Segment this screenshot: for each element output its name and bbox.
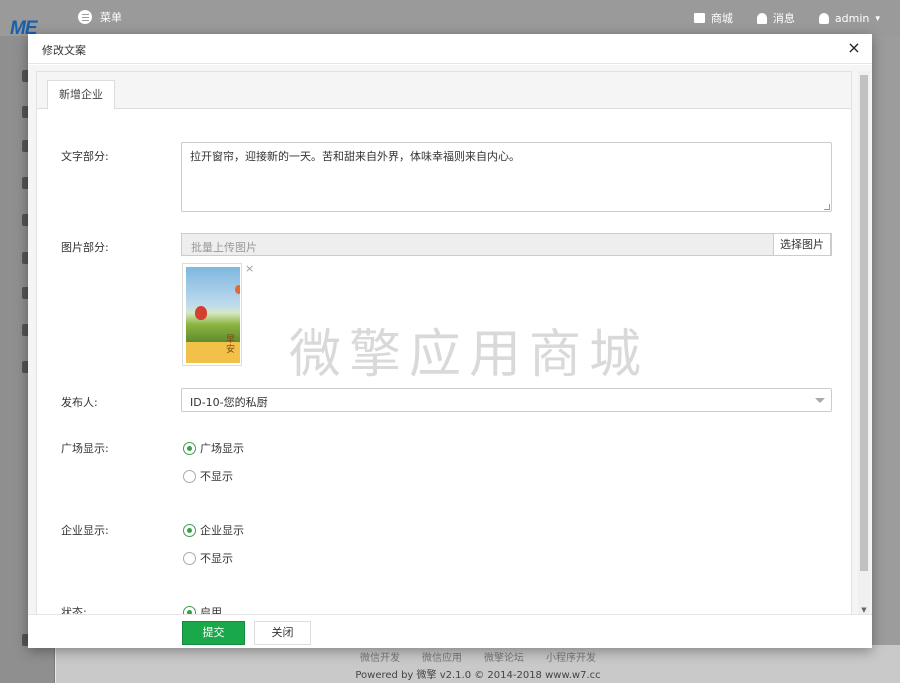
bell-icon [756, 12, 767, 24]
image-upload-field[interactable]: 批量上传图片 选择图片 [181, 233, 832, 256]
app-topbar: ME 菜单 商城 消息 admin ▾ [0, 0, 900, 39]
form-panel: 新增企业 文字部分: 拉开窗帘，迎接新的一天。苦和甜来自外界，体味幸福则来自内心… [36, 71, 852, 614]
menu-label: 菜单 [100, 11, 122, 24]
modal-scrollbar[interactable]: ▼ [858, 71, 870, 614]
publisher-value: ID-10-您的私厨 [190, 396, 268, 409]
balloon-shape [235, 285, 240, 294]
publisher-label: 发布人: [61, 396, 98, 409]
modal-title: 修改文案 [42, 44, 86, 57]
resize-grip-icon[interactable] [824, 204, 830, 210]
status-enabled-radio[interactable]: 启用 [183, 604, 222, 614]
thumbnail-caption: 早安 [226, 335, 236, 355]
radio-label: 不显示 [200, 470, 233, 483]
close-icon[interactable]: × [846, 39, 862, 57]
tabs-bar: 新增企业 [37, 72, 851, 110]
company-hide-radio[interactable]: 不显示 [183, 550, 233, 566]
modal-footer: 提交 关闭 [28, 614, 872, 648]
shop-label: 商城 [710, 12, 733, 25]
header-user-menu[interactable]: admin ▾ [818, 10, 880, 26]
caret-down-icon [815, 398, 825, 403]
footer-link[interactable]: 微信应用 [422, 649, 462, 664]
header-link-messages[interactable]: 消息 [756, 10, 795, 26]
footer-link[interactable]: 微擎论坛 [484, 649, 524, 664]
plaza-show-radio[interactable]: 广场显示 [183, 440, 244, 456]
user-icon [818, 12, 829, 24]
plaza-display-label: 广场显示: [61, 442, 109, 455]
status-label: 状态: [61, 606, 87, 614]
text-content-input[interactable]: 拉开窗帘，迎接新的一天。苦和甜来自外界，体味幸福则来自内心。 [181, 142, 832, 212]
radio-label: 不显示 [200, 552, 233, 565]
thumbnail-image: 早安 [186, 267, 240, 363]
user-label: admin [834, 11, 870, 25]
close-button[interactable]: 关闭 [254, 621, 311, 645]
footer-powered: Powered by 微擎 v2.1.0 © 2014-2018 www.w7.… [355, 670, 601, 681]
select-image-button[interactable]: 选择图片 [773, 233, 831, 256]
shop-icon [693, 13, 705, 23]
radio-checked-icon [183, 605, 196, 614]
messages-label: 消息 [772, 12, 795, 25]
radio-label: 企业显示 [200, 524, 244, 537]
radio-label: 启用 [200, 606, 222, 614]
radio-unchecked-icon [183, 469, 196, 483]
app-footer: 微信开发 微信应用 微擎论坛 小程序开发 Powered by 微擎 v2.1.… [56, 645, 900, 683]
text-content-value: 拉开窗帘，迎接新的一天。苦和甜来自外界，体味幸福则来自内心。 [190, 150, 520, 163]
plaza-hide-radio[interactable]: 不显示 [183, 468, 233, 484]
radio-checked-icon [183, 523, 196, 537]
menu-icon [78, 10, 92, 24]
chevron-down-icon: ▾ [875, 12, 880, 24]
upload-placeholder: 批量上传图片 [191, 241, 257, 254]
header-link-shop[interactable]: 商城 [693, 10, 733, 26]
company-display-label: 企业显示: [61, 524, 109, 537]
footer-link[interactable]: 小程序开发 [546, 649, 596, 664]
scrollbar-thumb[interactable] [860, 75, 868, 571]
edit-copy-modal: 修改文案 × 新增企业 文字部分: 拉开窗帘，迎接新的一天。苦和甜来自外界，体味… [28, 34, 872, 648]
radio-checked-icon [183, 441, 196, 455]
scroll-down-icon[interactable]: ▼ [860, 606, 868, 614]
text-section-label: 文字部分: [61, 150, 109, 163]
footer-link[interactable]: 微信开发 [360, 649, 400, 664]
publisher-select[interactable]: ID-10-您的私厨 [181, 388, 832, 412]
balloon-shape [195, 306, 207, 320]
image-thumbnail[interactable]: 早安 [182, 263, 242, 366]
modal-body: 新增企业 文字部分: 拉开窗帘，迎接新的一天。苦和甜来自外界，体味幸福则来自内心… [28, 65, 872, 614]
tab-add-company[interactable]: 新增企业 [47, 80, 115, 110]
submit-button[interactable]: 提交 [182, 621, 245, 645]
company-show-radio[interactable]: 企业显示 [183, 522, 244, 538]
menu-toggle[interactable]: 菜单 [78, 9, 122, 25]
remove-image-icon[interactable]: × [245, 262, 254, 275]
radio-label: 广场显示 [200, 442, 244, 455]
image-section-label: 图片部分: [61, 241, 109, 254]
radio-unchecked-icon [183, 551, 196, 565]
watermark: 微擎应用商城 [289, 325, 650, 385]
modal-header: 修改文案 × [28, 34, 872, 64]
